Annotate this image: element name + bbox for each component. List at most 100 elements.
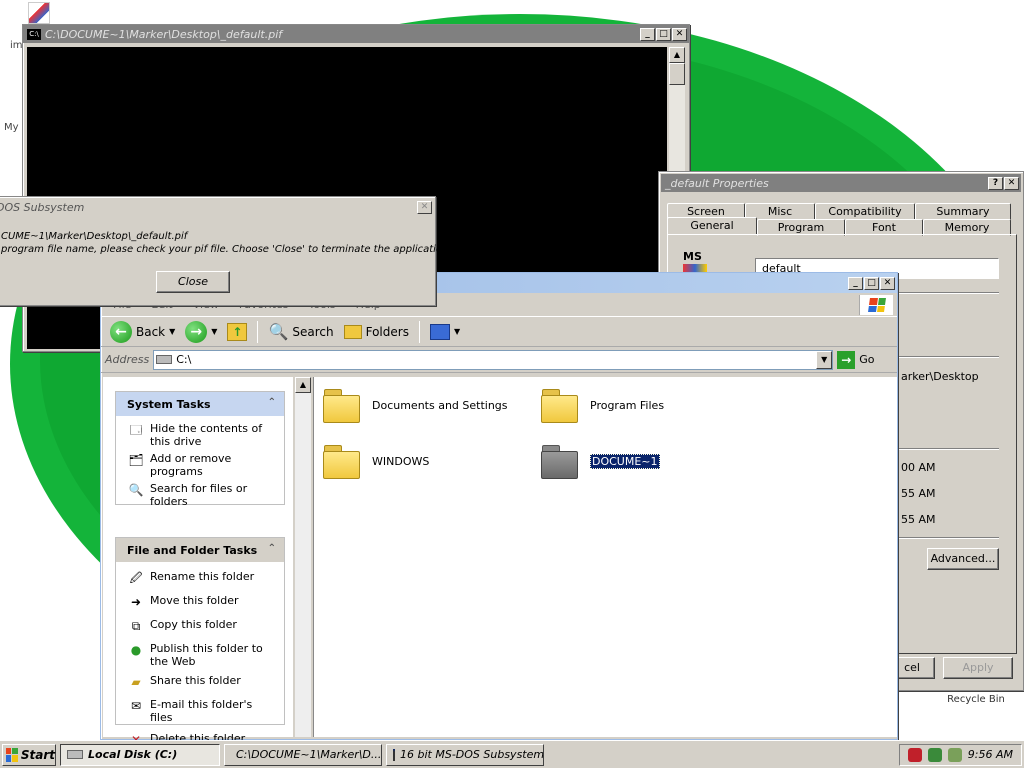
up-folder-button[interactable]: ↑: [224, 322, 250, 341]
file-folder-tasks-header[interactable]: File and Folder Tasks ⌃: [116, 538, 284, 562]
task-label: Share this folder: [150, 674, 241, 687]
collapse-icon[interactable]: ⌃: [268, 397, 276, 408]
divider: [889, 292, 999, 294]
address-label: Address: [105, 353, 150, 366]
drive-icon: [156, 355, 173, 364]
close-button[interactable]: ✕: [417, 200, 432, 214]
task-publish-folder[interactable]: ● Publish this folder to the Web: [116, 640, 284, 670]
go-arrow-icon[interactable]: →: [837, 350, 856, 369]
views-button[interactable]: ▼: [427, 323, 463, 340]
task-search-files[interactable]: 🔍 Search for files or folders: [116, 480, 284, 510]
close-button[interactable]: ✕: [672, 27, 687, 41]
divider: [889, 448, 999, 450]
maximize-button[interactable]: □: [656, 27, 671, 41]
taskbar-button-console[interactable]: C:\DOCUME~1\Marker\D...: [224, 743, 382, 766]
file-folder-tasks-panel: File and Folder Tasks ⌃ 🖉 Rename this fol…: [115, 537, 285, 746]
system-tasks-title: System Tasks: [127, 397, 211, 411]
toolbar-separator: [418, 320, 420, 343]
file-folder-tasks-title: File and Folder Tasks: [127, 543, 258, 557]
location-value: arker\Desktop: [901, 370, 979, 383]
desktop-icon[interactable]: [28, 2, 50, 24]
chevron-down-icon[interactable]: ▼: [169, 327, 175, 336]
programs-icon: 🗂: [128, 452, 144, 467]
dos-dialog-titlebar[interactable]: DOS Subsystem ✕: [0, 198, 434, 216]
tab-general[interactable]: General: [667, 217, 757, 235]
close-button[interactable]: ✕: [1004, 176, 1019, 190]
collapse-icon[interactable]: ⌃: [268, 543, 276, 554]
close-button[interactable]: ✕: [880, 276, 895, 290]
volume-icon[interactable]: [947, 747, 962, 762]
tab-summary[interactable]: Summary: [915, 203, 1011, 220]
taskbar-button-local-disk[interactable]: Local Disk (C:): [60, 743, 220, 766]
go-label[interactable]: Go: [859, 353, 874, 366]
minimize-button[interactable]: _: [848, 276, 863, 290]
file-list: Documents and Settings Program Files WIN…: [313, 377, 897, 737]
task-hide-contents[interactable]: 🗔 Hide the contents of this drive: [116, 420, 284, 450]
task-label: Publish this folder to the Web: [150, 642, 263, 668]
system-tray: 9:56 AM: [898, 743, 1022, 766]
back-button[interactable]: ← Back ▼: [107, 320, 178, 343]
minimize-button[interactable]: _: [640, 27, 655, 41]
properties-titlebar[interactable]: _default Properties ? ✕: [661, 174, 1021, 192]
task-email-files[interactable]: ✉ E-mail this folder's files: [116, 696, 284, 726]
task-pane: System Tasks ⌃ 🗔 Hide the contents of thi…: [103, 377, 293, 746]
taskbar-button-label: C:\DOCUME~1\Marker\D...: [236, 748, 382, 761]
task-share-folder[interactable]: ▰ Share this folder: [116, 672, 284, 692]
scroll-up-icon[interactable]: ▲: [295, 377, 311, 393]
advanced-button[interactable]: Advanced...: [927, 548, 999, 570]
security-shield-icon[interactable]: [907, 747, 922, 762]
start-button[interactable]: Start: [2, 743, 56, 766]
back-arrow-icon: ←: [110, 320, 132, 343]
network-icon[interactable]: [927, 747, 942, 762]
task-move-folder[interactable]: ➜ Move this folder: [116, 592, 284, 612]
dos-subsystem-dialog[interactable]: DOS Subsystem ✕ CUME~1\Marker\Desktop\_d…: [0, 196, 452, 306]
msdos-logo-text: MS: [683, 250, 702, 263]
taskbar-button-dos-subsystem[interactable]: 16 bit MS-DOS Subsystem: [386, 743, 544, 766]
toolbar-separator: [257, 320, 259, 343]
explorer-window[interactable]: _ □ ✕ File Edit View Favorites Tools Hel…: [100, 272, 898, 746]
accessed-time: 55 AM: [901, 513, 936, 526]
desktop-icon-label[interactable]: My: [4, 122, 19, 133]
tab-compatibility[interactable]: Compatibility: [815, 203, 915, 220]
hide-icon: 🗔: [129, 422, 143, 437]
task-copy-folder[interactable]: ⧉ Copy this folder: [116, 616, 284, 636]
dos-dialog-close-button[interactable]: Close: [156, 271, 230, 293]
console-title: C:\DOCUME~1\Marker\Desktop\_default.pif: [45, 27, 283, 41]
maximize-button[interactable]: □: [864, 276, 879, 290]
folder-label: WINDOWS: [372, 454, 430, 468]
recycle-bin-label[interactable]: Recycle Bin: [936, 694, 1016, 705]
chevron-down-icon[interactable]: ▼: [454, 327, 460, 336]
dos-dialog-line1: CUME~1\Marker\Desktop\_default.pif: [1, 231, 188, 242]
globe-icon: ●: [130, 642, 142, 657]
search-button[interactable]: 🔍 Search: [265, 322, 336, 341]
folder-icon: [322, 443, 362, 479]
task-pane-scrollbar[interactable]: ▲: [295, 377, 311, 737]
folder-item-selected[interactable]: DOCUME~1: [540, 443, 660, 479]
folders-button[interactable]: Folders: [341, 324, 412, 339]
scroll-thumb[interactable]: [669, 63, 685, 85]
search-icon: 🔍: [268, 322, 289, 341]
task-add-remove-programs[interactable]: 🗂 Add or remove programs: [116, 450, 284, 480]
folder-icon: [540, 443, 580, 479]
divider: [889, 537, 999, 539]
folder-item[interactable]: WINDOWS: [322, 443, 429, 479]
folder-item[interactable]: Program Files: [540, 387, 664, 423]
system-tasks-header[interactable]: System Tasks ⌃: [116, 392, 284, 416]
task-rename-folder[interactable]: 🖉 Rename this folder: [116, 568, 284, 588]
forward-button[interactable]: → ▼: [182, 320, 220, 343]
move-icon: ➜: [130, 594, 142, 609]
address-dropdown-icon[interactable]: ▼: [816, 350, 833, 369]
scroll-up-icon[interactable]: ▲: [669, 47, 685, 63]
folder-item[interactable]: Documents and Settings: [322, 387, 508, 423]
apply-button[interactable]: Apply: [943, 657, 1013, 679]
task-label: Move this folder: [150, 594, 239, 607]
console-icon: C:\: [27, 28, 41, 40]
rename-icon: 🖉: [129, 570, 143, 585]
address-input[interactable]: C:\ ▼: [153, 349, 834, 370]
help-button[interactable]: ?: [988, 176, 1003, 190]
toolbar: ← Back ▼ → ▼ ↑ 🔍 Search Folders ▼: [101, 317, 897, 347]
console-titlebar[interactable]: C:\ C:\DOCUME~1\Marker\Desktop\_default.…: [23, 25, 689, 43]
desktop-icon-label[interactable]: im: [10, 40, 23, 51]
chevron-down-icon[interactable]: ▼: [211, 327, 217, 336]
created-time: 00 AM: [901, 461, 936, 474]
